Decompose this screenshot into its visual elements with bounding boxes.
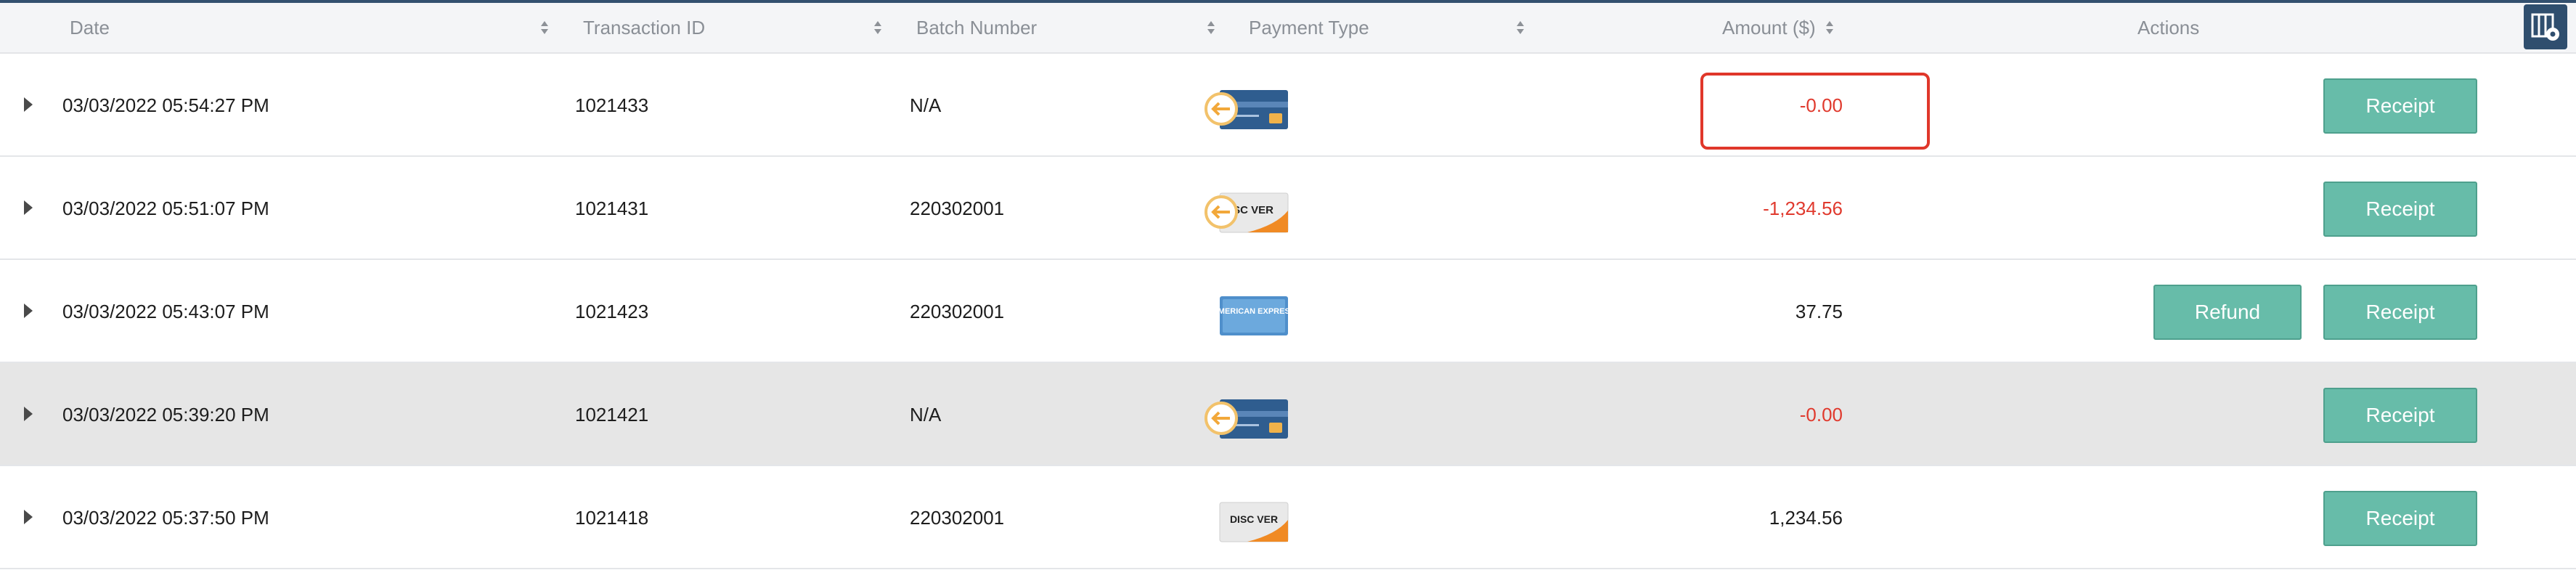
discover-icon: DISC VER xyxy=(1219,502,1289,542)
svg-text:SC VER: SC VER xyxy=(1233,204,1273,216)
expand-row-icon[interactable] xyxy=(24,407,33,421)
cell-amount: 37.75 xyxy=(1795,300,1843,322)
header-payment-type[interactable]: Payment Type xyxy=(1249,3,1369,52)
card-refund-icon xyxy=(1205,399,1288,439)
cell-batch-number: 220302001 xyxy=(910,300,1005,322)
table-row[interactable]: 03/03/2022 05:43:07 PM 1021423 220302001… xyxy=(0,260,2576,363)
expand-row-icon[interactable] xyxy=(24,200,33,215)
header-date-label: Date xyxy=(70,16,110,38)
card-refund-icon xyxy=(1205,90,1288,129)
highlight-box xyxy=(1700,73,1930,150)
cell-amount: -0.00 xyxy=(1799,403,1843,426)
cell-date: 03/03/2022 05:43:07 PM xyxy=(62,300,269,322)
cell-date: 03/03/2022 05:37:50 PM xyxy=(62,506,269,529)
column-settings-button[interactable] xyxy=(2524,4,2567,49)
refund-button[interactable]: Refund xyxy=(2153,285,2302,340)
header-date[interactable]: Date xyxy=(70,3,110,52)
header-batch-number[interactable]: Batch Number xyxy=(916,3,1037,52)
table-row[interactable]: 03/03/2022 05:51:07 PM 1021431 220302001… xyxy=(0,157,2576,260)
table-settings-icon xyxy=(2531,13,2559,41)
sort-date-icon[interactable] xyxy=(540,20,549,36)
cell-batch-number: N/A xyxy=(910,94,942,116)
receipt-button[interactable]: Receipt xyxy=(2323,78,2477,134)
cell-transaction-id: 1021421 xyxy=(575,403,649,426)
sort-batch-number-icon[interactable] xyxy=(1207,20,1215,36)
header-batch-number-label: Batch Number xyxy=(916,16,1038,38)
cell-transaction-id: 1021433 xyxy=(575,94,649,116)
header-payment-type-label: Payment Type xyxy=(1249,16,1369,38)
header-transaction-id-label: Transaction ID xyxy=(583,16,706,38)
header-actions-label: Actions xyxy=(2137,16,2200,38)
table-row[interactable]: 03/03/2022 05:39:20 PM 1021421 N/A -0.00… xyxy=(0,363,2576,466)
header-transaction-id[interactable]: Transaction ID xyxy=(583,3,705,52)
table-row[interactable]: 03/03/2022 05:54:27 PM 1021433 N/A -0.00… xyxy=(0,54,2576,157)
receipt-button[interactable]: Receipt xyxy=(2323,285,2477,340)
header-amount-label: Amount ($) xyxy=(1722,16,1816,38)
cell-batch-number: 220302001 xyxy=(910,197,1005,219)
sort-amount-icon[interactable] xyxy=(1825,20,1834,36)
cell-batch-number: 220302001 xyxy=(910,506,1005,529)
sort-transaction-id-icon[interactable] xyxy=(873,20,882,36)
table-header: Date Transaction ID Batch Number Payment… xyxy=(0,3,2576,54)
cell-transaction-id: 1021423 xyxy=(575,300,649,322)
cell-amount: 1,234.56 xyxy=(1769,506,1843,529)
header-amount[interactable]: Amount ($) xyxy=(1722,3,1816,52)
cell-date: 03/03/2022 05:39:20 PM xyxy=(62,403,269,426)
svg-text:AMERICAN EXPRESS: AMERICAN EXPRESS xyxy=(1212,307,1291,316)
receipt-button[interactable]: Receipt xyxy=(2323,388,2477,443)
receipt-button[interactable]: Receipt xyxy=(2323,182,2477,237)
table-row[interactable]: 03/03/2022 05:37:50 PM 1021418 220302001… xyxy=(0,466,2576,569)
amex-icon: AMERICAN EXPRESS xyxy=(1212,296,1291,335)
cell-amount: -1,234.56 xyxy=(1763,197,1843,219)
expand-row-icon[interactable] xyxy=(24,510,33,524)
sort-payment-type-icon[interactable] xyxy=(1516,20,1525,36)
expand-row-icon[interactable] xyxy=(24,97,33,112)
expand-row-icon[interactable] xyxy=(24,304,33,318)
cell-batch-number: N/A xyxy=(910,403,942,426)
cell-date: 03/03/2022 05:54:27 PM xyxy=(62,94,269,116)
cell-transaction-id: 1021418 xyxy=(575,506,649,529)
discover-refund-icon: SC VER xyxy=(1205,192,1289,233)
receipt-button[interactable]: Receipt xyxy=(2323,491,2477,546)
svg-text:DISC VER: DISC VER xyxy=(1230,513,1278,525)
header-actions: Actions xyxy=(2137,3,2199,52)
cell-transaction-id: 1021431 xyxy=(575,197,649,219)
cell-date: 03/03/2022 05:51:07 PM xyxy=(62,197,269,219)
